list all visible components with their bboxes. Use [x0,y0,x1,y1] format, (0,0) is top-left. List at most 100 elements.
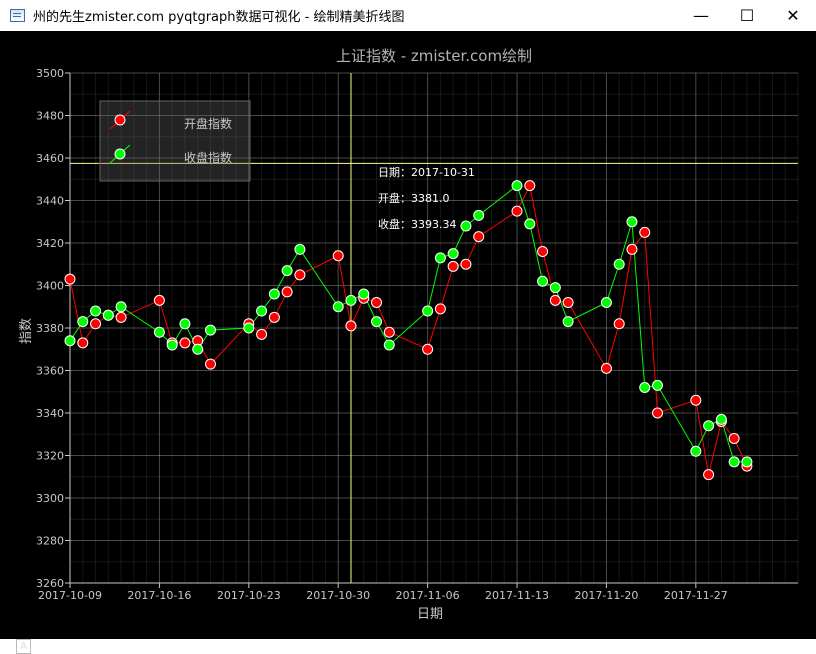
data-point-0 [345,320,357,332]
data-point-1 [115,301,127,313]
data-point-0 [90,318,102,330]
data-point-1 [524,218,536,230]
data-point-0 [153,294,165,306]
data-point-1 [549,282,561,294]
data-point-0 [422,343,434,355]
data-point-0 [281,286,293,298]
x-tick-label: 2017-10-09 [38,589,102,602]
data-point-0 [690,394,702,406]
data-point-1 [703,420,715,432]
app-window-icon [10,9,25,22]
y-tick-label: 3420 [36,237,64,250]
data-point-0 [256,328,268,340]
minimize-button[interactable]: — [678,0,724,31]
y-tick-label: 3480 [36,110,64,123]
window-controls: — ☐ ✕ [678,0,816,31]
y-tick-label: 3460 [36,152,64,165]
data-point-0 [639,226,651,238]
data-point-1 [192,343,204,355]
data-point-1 [294,243,306,255]
tooltip-date: 日期：2017-10-31 [378,166,475,179]
data-point-1 [434,252,446,264]
data-point-1 [383,339,395,351]
x-tick-label: 2017-11-13 [485,589,549,602]
data-point-1 [345,294,357,306]
auto-range-button[interactable]: A [16,639,31,654]
x-tick-label: 2017-10-16 [127,589,191,602]
data-point-1 [652,379,664,391]
y-tick-label: 3380 [36,322,64,335]
y-tick-label: 3500 [36,67,64,80]
x-tick-label: 2017-11-06 [396,589,460,602]
data-point-0 [64,273,76,285]
legend-box [99,100,251,182]
data-point-1 [690,445,702,457]
close-button[interactable]: ✕ [770,0,816,31]
data-point-0 [371,297,383,308]
data-point-1 [626,216,638,228]
data-point-1 [256,305,268,317]
legend[interactable]: 开盘指数 收盘指数 [99,100,251,182]
data-point-1 [358,288,370,300]
x-tick-label: 2017-11-27 [664,589,728,602]
data-point-0 [703,469,715,481]
data-point-0 [600,362,612,374]
data-point-1 [741,456,753,468]
data-point-1 [447,248,459,260]
data-point-0 [383,326,395,338]
x-axis-label: 日期 [417,607,443,622]
data-point-1 [639,382,651,393]
legend-marker-close [114,148,126,160]
data-point-0 [434,303,446,315]
title-bar[interactable]: 州的先生zmister.com pyqtgraph数据可视化 - 绘制精美折线图… [0,0,816,31]
data-point-1 [77,316,89,328]
line-chart[interactable]: 上证指数 - zmister.com绘制 3260328033003320334… [0,31,816,639]
data-point-0 [268,311,280,323]
window-title: 州的先生zmister.com pyqtgraph数据可视化 - 绘制精美折线图 [33,10,405,25]
data-point-0 [728,433,740,444]
maximize-button[interactable]: ☐ [724,0,770,31]
data-point-1 [715,413,727,425]
data-point-0 [179,337,191,349]
data-point-1 [473,209,485,221]
data-point-1 [562,316,574,328]
data-point-0 [537,246,549,257]
data-point-0 [447,260,459,272]
data-point-1 [102,309,114,321]
data-point-0 [524,180,536,192]
data-point-0 [77,337,89,349]
y-axis-label: 指数 [19,318,34,344]
data-point-1 [511,180,523,192]
data-point-1 [90,305,102,317]
tooltip-close: 收盘：3393.34 [378,217,457,231]
data-point-0 [204,358,216,370]
data-point-0 [332,250,344,262]
y-tick-label: 3340 [36,407,64,420]
y-tick-label: 3280 [36,535,64,548]
y-tick-label: 3300 [36,492,64,505]
y-tick-label: 3440 [36,195,64,208]
data-point-1 [281,265,293,277]
data-point-1 [537,275,549,287]
data-point-0 [613,318,625,330]
data-point-0 [562,297,574,308]
plot-area[interactable]: 上证指数 - zmister.com绘制 3260 3280 3300 3320 334… [0,31,816,654]
data-point-0 [652,407,664,419]
app-window: 州的先生zmister.com pyqtgraph数据可视化 - 绘制精美折线图… [0,0,816,654]
tooltip-open: 开盘：3381.0 [378,191,450,205]
data-point-1 [728,456,740,468]
x-tick-label: 2017-10-30 [306,589,370,602]
data-point-1 [268,288,280,300]
data-point-0 [115,311,127,323]
data-point-1 [166,339,178,351]
y-tick-label: 3360 [36,365,64,378]
data-point-1 [371,316,383,328]
legend-label-open: 开盘指数 [184,116,232,131]
data-point-0 [473,231,485,243]
data-point-0 [549,294,561,306]
data-point-1 [600,297,612,308]
legend-marker-open [114,114,126,126]
data-point-1 [613,258,625,270]
data-point-0 [511,205,523,217]
x-tick-label: 2017-11-20 [574,589,638,602]
